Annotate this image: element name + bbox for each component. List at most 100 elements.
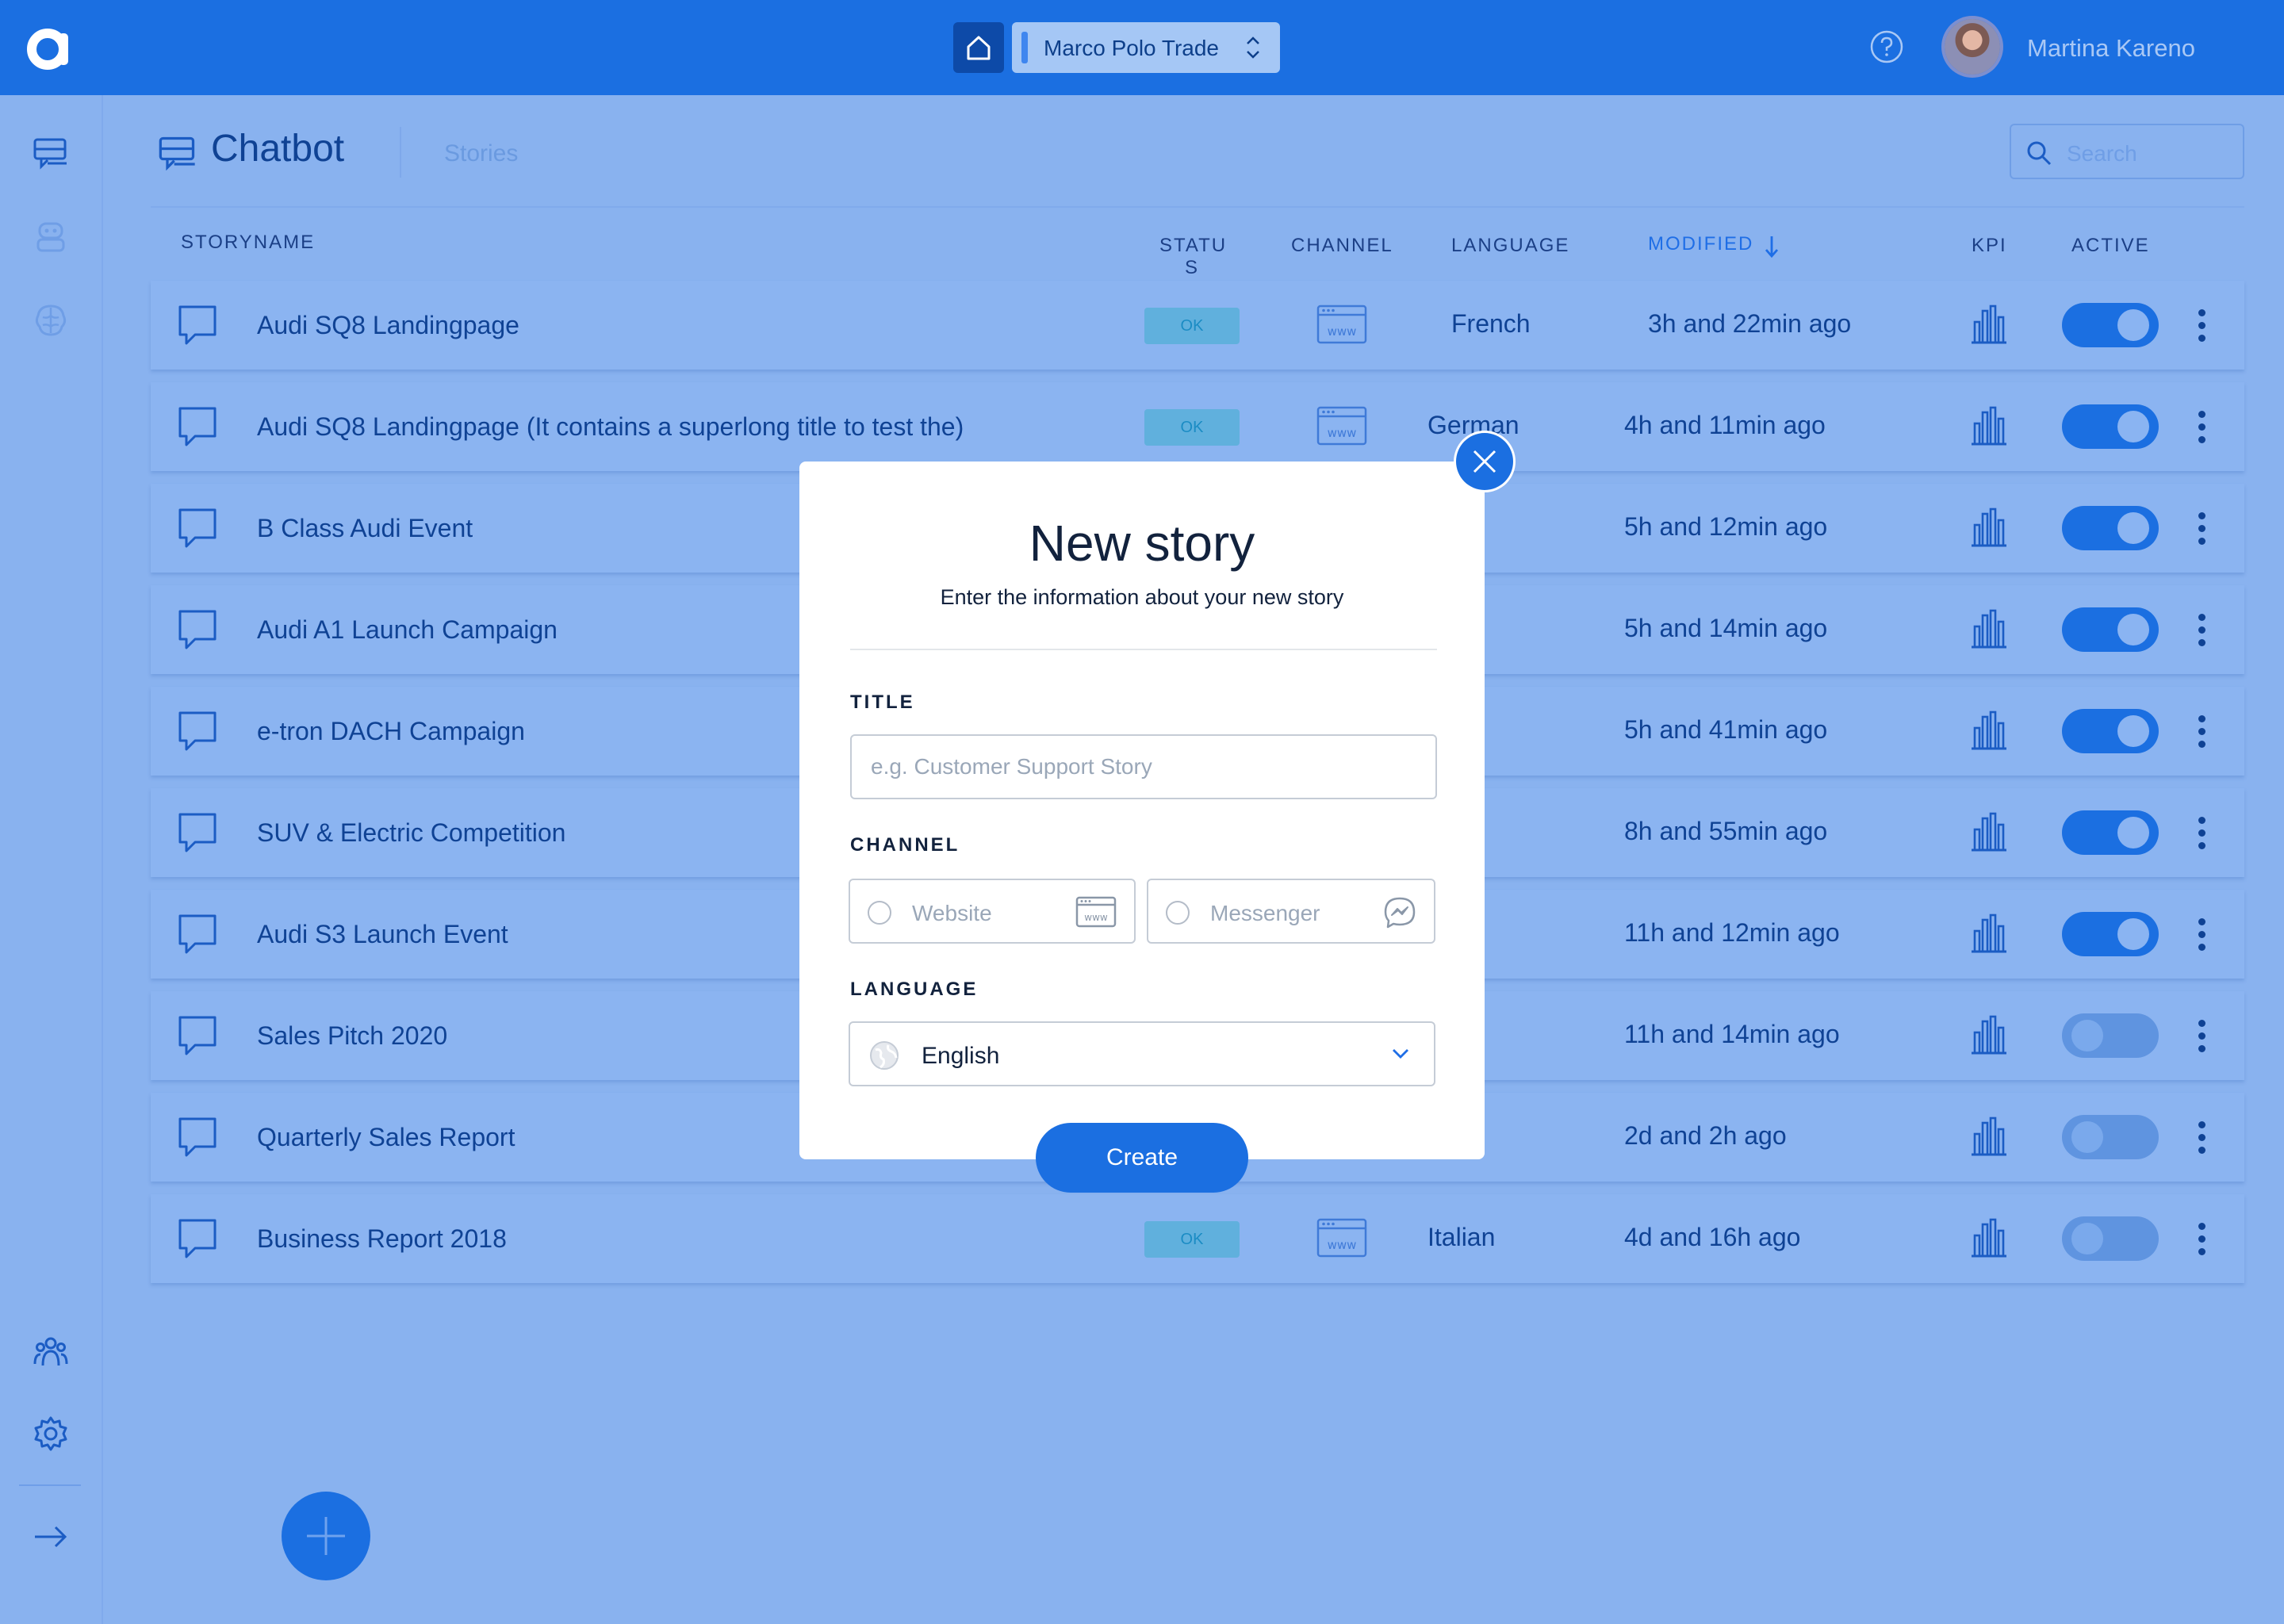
active-toggle[interactable] (2062, 607, 2159, 652)
more-options-icon[interactable] (2198, 817, 2208, 855)
chatbot-icon[interactable] (32, 135, 70, 173)
story-name[interactable]: Audi SQ8 Landingpage (It contains a supe… (257, 412, 964, 442)
active-toggle[interactable] (2062, 1216, 2159, 1261)
language-select[interactable]: English (849, 1021, 1435, 1086)
plus-icon (307, 1517, 345, 1555)
search-input[interactable]: Search (2010, 124, 2244, 179)
www-icon: www (1316, 1218, 1367, 1258)
help-icon[interactable] (1870, 30, 1903, 63)
column-channel[interactable]: CHANNEL (1291, 235, 1393, 257)
chat-bubble-icon (178, 305, 217, 345)
toggle-knob (2071, 1121, 2103, 1153)
bar-chart-icon[interactable] (1970, 304, 2008, 344)
bar-chart-icon[interactable] (1970, 508, 2008, 547)
title-input[interactable] (850, 734, 1437, 799)
story-name[interactable]: Audi A1 Launch Campaign (257, 615, 558, 645)
title-label: TITLE (850, 691, 915, 713)
search-icon (2027, 141, 2052, 166)
add-story-button[interactable] (282, 1492, 370, 1580)
column-modified[interactable]: MODIFIED (1648, 233, 1753, 255)
tab-stories[interactable]: Stories (444, 140, 518, 167)
gear-icon[interactable] (32, 1415, 70, 1453)
active-toggle[interactable] (2062, 1013, 2159, 1058)
modified-cell: 8h and 55min ago (1624, 817, 1828, 845)
active-toggle[interactable] (2062, 912, 2159, 956)
table-row[interactable]: Business Report 2018 OK www Italian 4d and 1… (151, 1194, 2244, 1283)
bar-chart-icon[interactable] (1970, 609, 2008, 649)
more-options-icon[interactable] (2198, 512, 2208, 550)
user-name[interactable]: Martina Kareno (2027, 34, 2195, 63)
story-name[interactable]: B Class Audi Event (257, 514, 473, 543)
more-options-icon[interactable] (2198, 918, 2208, 956)
home-button[interactable] (953, 22, 1004, 73)
brain-icon[interactable] (32, 301, 70, 339)
story-name[interactable]: Business Report 2018 (257, 1224, 507, 1254)
bar-chart-icon[interactable] (1970, 710, 2008, 750)
bar-chart-icon[interactable] (1970, 914, 2008, 953)
modified-cell: 3h and 22min ago (1648, 309, 1852, 338)
more-options-icon[interactable] (2198, 309, 2208, 347)
create-button[interactable]: Create (1036, 1123, 1248, 1193)
chevron-down-icon (1393, 1049, 1408, 1059)
toggle-knob (2071, 1020, 2103, 1051)
close-button[interactable] (1456, 433, 1513, 490)
page-title: Chatbot (211, 128, 345, 170)
table-row[interactable]: Audi SQ8 Landingpage OK www French 3h and 22… (151, 281, 2244, 370)
more-options-icon[interactable] (2198, 614, 2208, 652)
status-badge: OK (1144, 409, 1240, 446)
workspace-select[interactable]: Marco Polo Trade (1012, 22, 1280, 73)
team-icon[interactable] (32, 1332, 70, 1370)
more-options-icon[interactable] (2198, 1020, 2208, 1058)
sort-arrow-down-icon[interactable] (1764, 235, 1780, 259)
app-logo[interactable] (24, 22, 76, 73)
www-icon: www (1316, 304, 1367, 344)
workspace-label: Marco Polo Trade (1044, 36, 1219, 60)
header-divider (400, 127, 401, 178)
column-language[interactable]: LANGUAGE (1451, 235, 1569, 257)
bar-chart-icon[interactable] (1970, 1116, 2008, 1156)
channel-option-website[interactable]: Website www (849, 879, 1136, 944)
story-name[interactable]: Audi SQ8 Landingpage (257, 311, 519, 340)
chat-bubble-icon (178, 1016, 217, 1055)
new-story-modal: New story Enter the information about yo… (799, 462, 1485, 1159)
bar-chart-icon[interactable] (1970, 1015, 2008, 1055)
more-options-icon[interactable] (2198, 411, 2208, 449)
column-kpi[interactable]: KPI (1972, 235, 2007, 257)
active-toggle[interactable] (2062, 1115, 2159, 1159)
column-storyname[interactable]: STORYNAME (181, 232, 315, 254)
bar-chart-icon[interactable] (1970, 1218, 2008, 1258)
active-toggle[interactable] (2062, 506, 2159, 550)
bar-chart-icon[interactable] (1970, 406, 2008, 446)
column-active[interactable]: ACTIVE (2071, 235, 2150, 257)
story-name[interactable]: Quarterly Sales Report (257, 1123, 515, 1152)
chat-bubble-icon (178, 813, 217, 852)
column-status[interactable]: STATU (1159, 235, 1227, 257)
modal-divider (850, 649, 1437, 650)
language-cell: French (1451, 309, 1531, 338)
active-toggle[interactable] (2062, 303, 2159, 347)
story-name[interactable]: e-tron DACH Campaign (257, 717, 525, 746)
channel-option-messenger[interactable]: Messenger (1147, 879, 1435, 944)
website-radio[interactable] (868, 901, 891, 925)
active-toggle[interactable] (2062, 404, 2159, 449)
story-name[interactable]: SUV & Electric Competition (257, 818, 565, 848)
table-row[interactable]: Audi SQ8 Landingpage (It contains a supe… (151, 382, 2244, 471)
story-name[interactable]: Sales Pitch 2020 (257, 1021, 447, 1051)
more-options-icon[interactable] (2198, 1121, 2208, 1159)
story-name[interactable]: Audi S3 Launch Event (257, 920, 508, 949)
bar-chart-icon[interactable] (1970, 812, 2008, 852)
more-options-icon[interactable] (2198, 715, 2208, 753)
arrow-right-icon[interactable] (32, 1518, 70, 1556)
messenger-icon (1384, 897, 1416, 929)
avatar[interactable] (1945, 19, 2000, 75)
column-status-wrap[interactable]: S (1185, 257, 1199, 279)
workspace-color-bar (1021, 32, 1028, 63)
active-toggle[interactable] (2062, 709, 2159, 753)
more-options-icon[interactable] (2198, 1223, 2208, 1261)
sidebar (0, 95, 103, 1624)
robot-icon[interactable] (32, 217, 70, 255)
toggle-knob (2117, 411, 2149, 442)
active-toggle[interactable] (2062, 810, 2159, 855)
messenger-radio[interactable] (1166, 901, 1190, 925)
modal-subtitle: Enter the information about your new sto… (940, 585, 1344, 609)
